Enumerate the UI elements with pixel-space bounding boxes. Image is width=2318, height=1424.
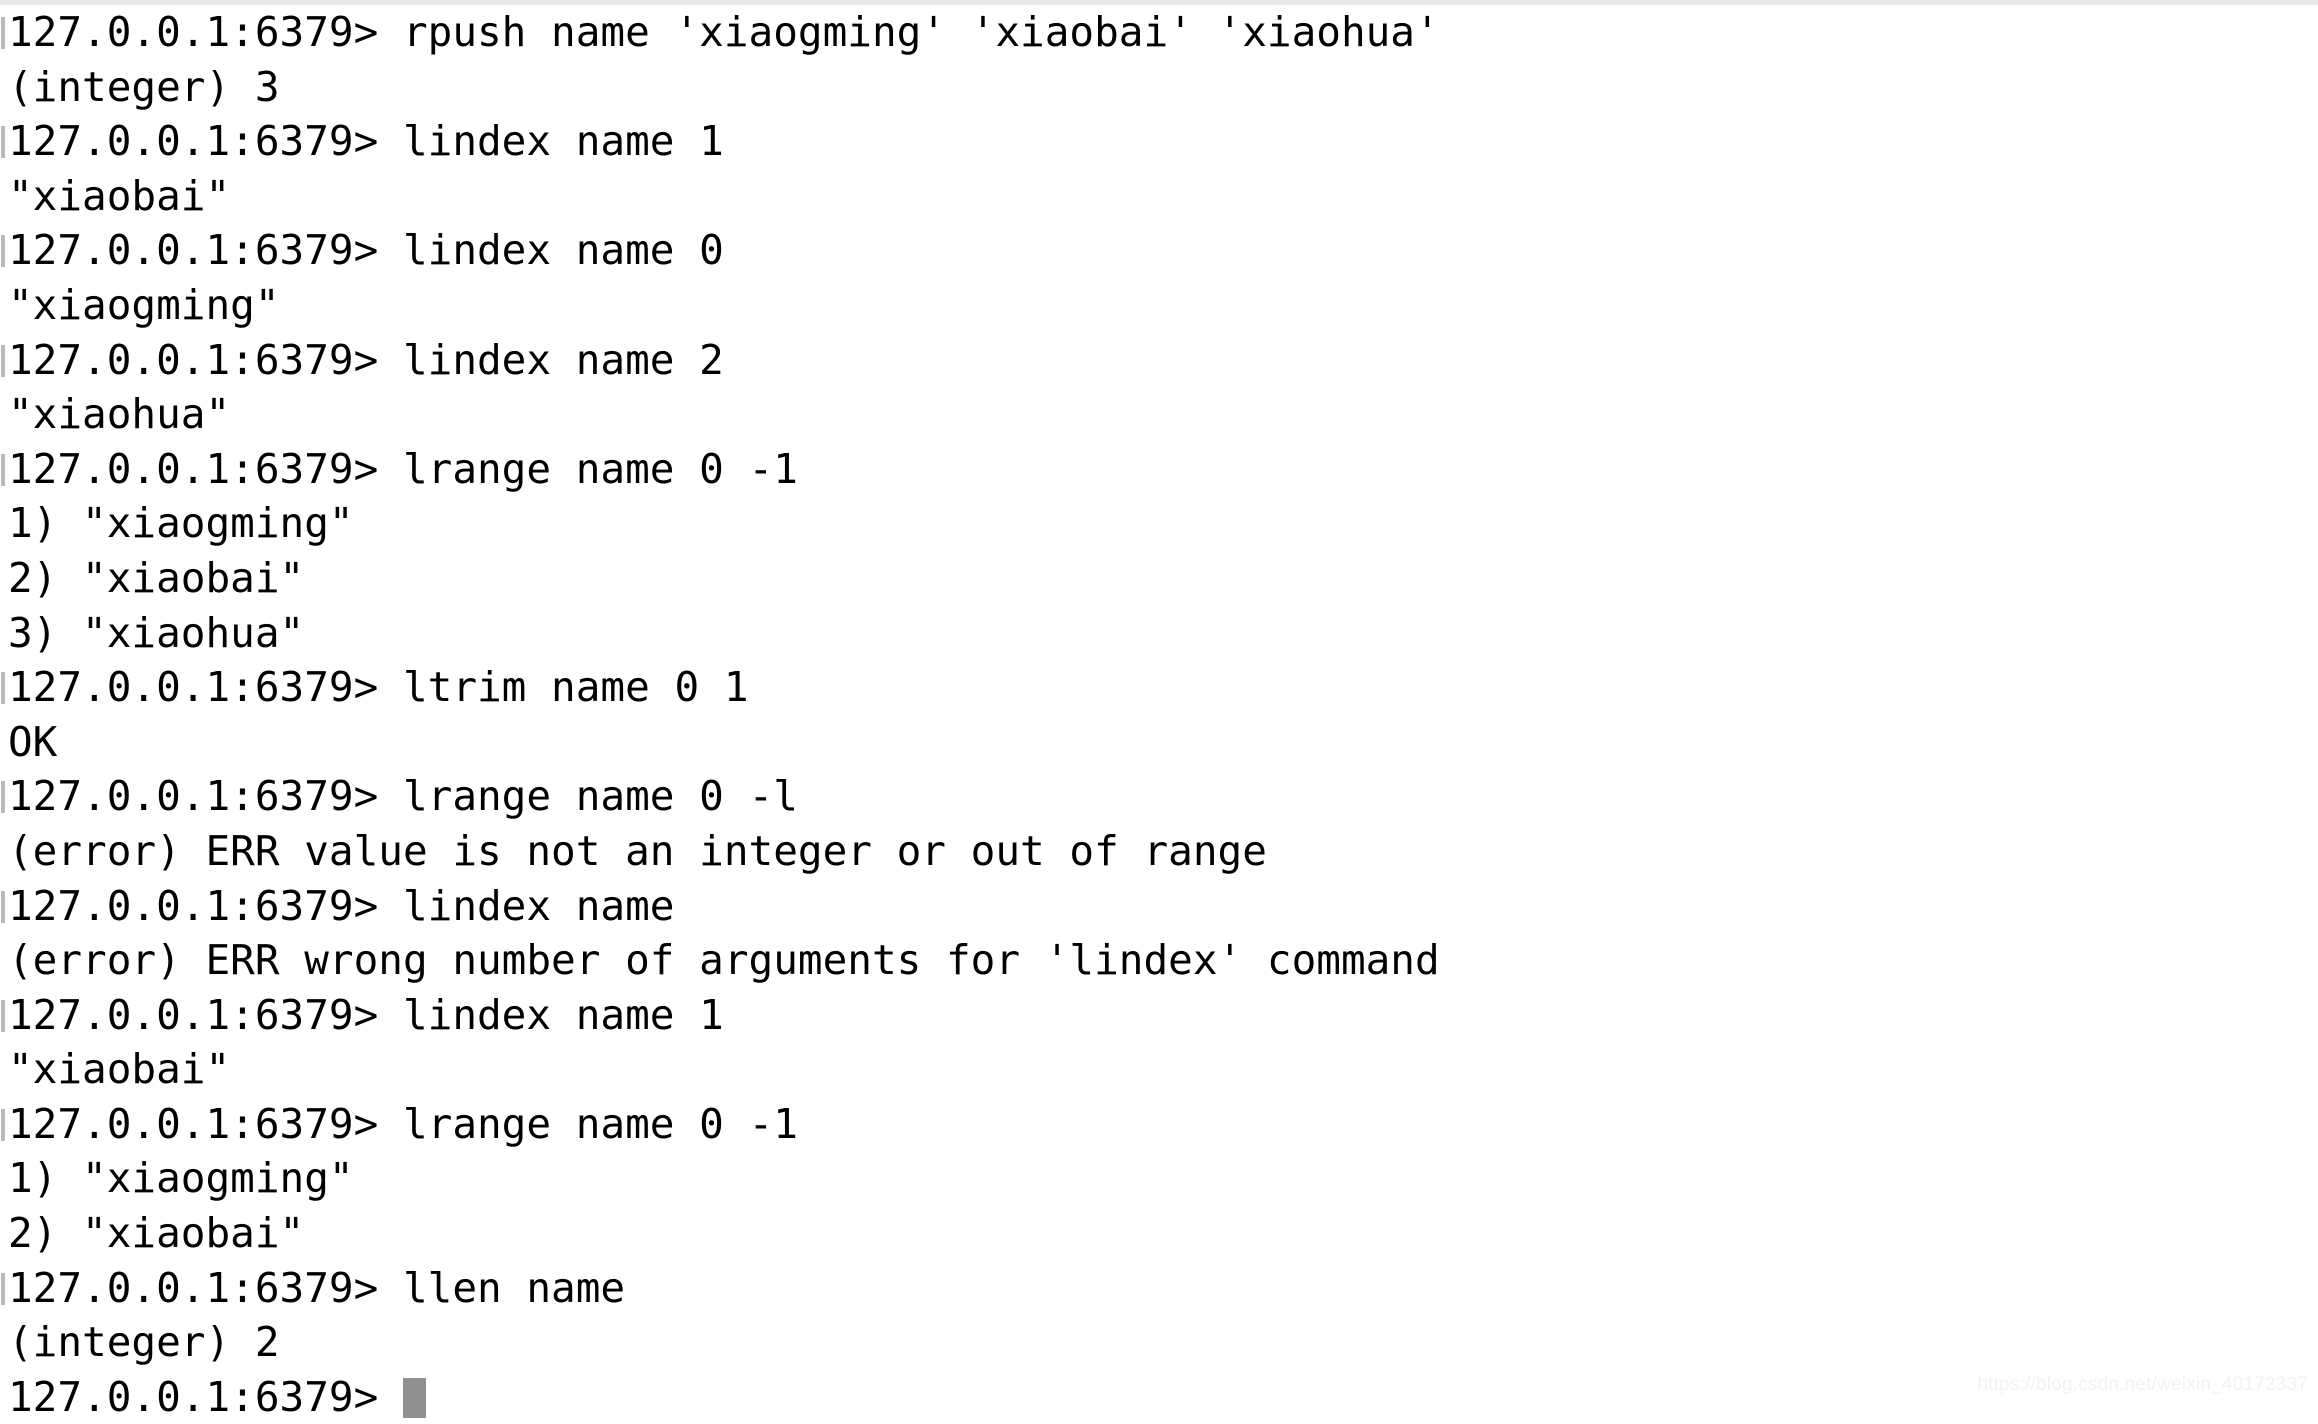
- terminal-line-output: 3) "xiaohua": [8, 608, 305, 657]
- terminal-line-prompt: 127.0.0.1:6379> llen name: [0, 1261, 2318, 1316]
- terminal-line-prompt: 127.0.0.1:6379> rpush name 'xiaogming' '…: [0, 5, 2318, 60]
- terminal-line-output: OK: [8, 717, 58, 766]
- terminal-line-output: (integer) 3: [8, 62, 280, 111]
- terminal-line-prompt: 127.0.0.1:6379> lrange name 0 -1: [0, 442, 2318, 497]
- terminal-line-prompt: 127.0.0.1:6379> lindex name 2: [0, 333, 2318, 388]
- terminal-line-output: "xiaohua": [8, 390, 231, 439]
- terminal-line-output: "xiaobai": [8, 171, 231, 220]
- terminal-line-current: 127.0.0.1:6379>: [0, 1370, 2318, 1424]
- shell-prompt: 127.0.0.1:6379>: [8, 1372, 403, 1421]
- terminal-line-prompt: 127.0.0.1:6379> lrange name 0 -l: [0, 769, 2318, 824]
- terminal-output-area[interactable]: 127.0.0.1:6379> rpush name 'xiaogming' '…: [0, 5, 2318, 1424]
- terminal-line-output: (integer) 2: [8, 1318, 280, 1367]
- text-cursor[interactable]: [402, 1377, 426, 1418]
- terminal-line-prompt: 127.0.0.1:6379> ltrim name 0 1: [0, 660, 2318, 715]
- terminal-line-error: (error) ERR wrong number of arguments fo…: [8, 936, 1440, 985]
- terminal-line-output: "xiaobai": [8, 1045, 231, 1094]
- terminal-window[interactable]: 127.0.0.1:6379> rpush name 'xiaogming' '…: [0, 0, 2318, 1421]
- terminal-line-prompt: 127.0.0.1:6379> lrange name 0 -1: [0, 1097, 2318, 1152]
- terminal-line-prompt: 127.0.0.1:6379> lindex name: [0, 879, 2318, 934]
- watermark: https://blog.csdn.net/weixin_40172337: [1977, 1374, 2308, 1395]
- terminal-line-output: 2) "xiaobai": [8, 1209, 305, 1258]
- terminal-line-prompt: 127.0.0.1:6379> lindex name 1: [0, 114, 2318, 169]
- terminal-line-output: 1) "xiaogming": [8, 499, 354, 548]
- terminal-line-output: "xiaogming": [8, 280, 280, 329]
- terminal-line-error: (error) ERR value is not an integer or o…: [8, 826, 1267, 875]
- terminal-line-prompt: 127.0.0.1:6379> lindex name 0: [0, 223, 2318, 278]
- terminal-line-output: 1) "xiaogming": [8, 1154, 354, 1203]
- terminal-line-prompt: 127.0.0.1:6379> lindex name 1: [0, 988, 2318, 1043]
- terminal-line-output: 2) "xiaobai": [8, 553, 305, 602]
